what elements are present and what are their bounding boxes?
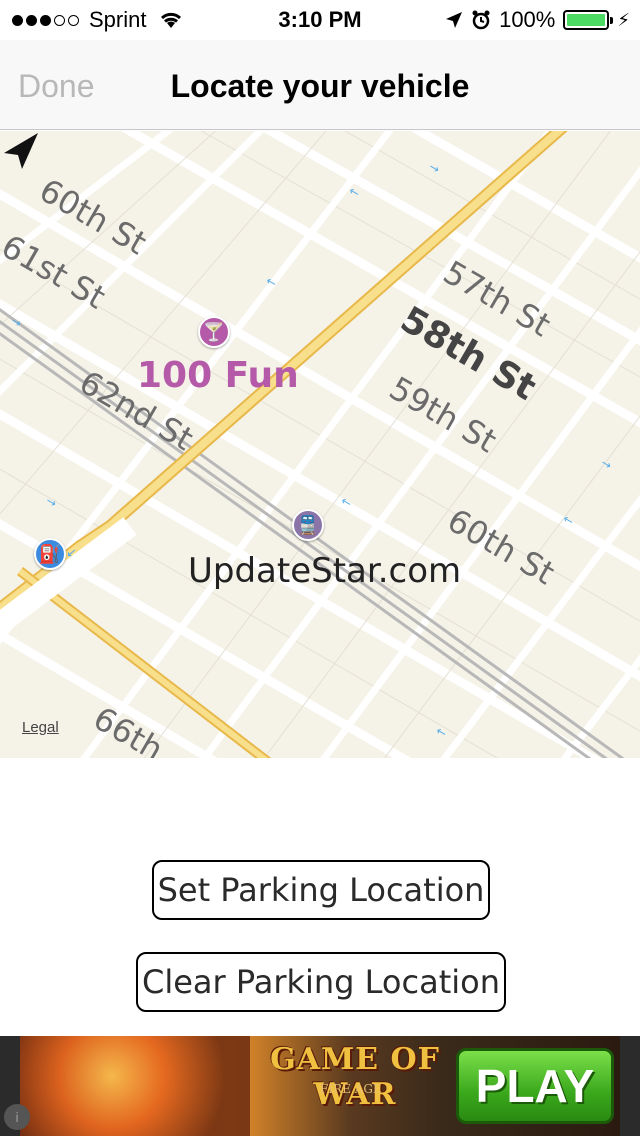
location-services-icon — [446, 12, 463, 28]
ad-play-button[interactable]: PLAY — [456, 1048, 614, 1124]
navigation-bar: Done Locate your vehicle — [0, 40, 640, 130]
svg-text:→: → — [427, 159, 443, 176]
poi-label-station[interactable]: UpdateStar.com — [188, 551, 461, 591]
poi-label-bar[interactable]: 100 Fun — [137, 355, 299, 396]
bar-pin-icon[interactable]: 🍸 — [198, 316, 230, 348]
gas-station-pin-icon[interactable]: ⛽ — [34, 538, 66, 570]
status-right: 100% ⚡ — [445, 7, 630, 33]
ad-banner[interactable]: GAME OF WAR FIRE AGE PLAY i — [0, 1036, 640, 1136]
page-title: Locate your vehicle — [170, 68, 470, 104]
map-view[interactable]: ← → ← → ← → ← → ← ← 60th St 61st St 62nd… — [0, 131, 640, 758]
ad-artwork[interactable]: GAME OF WAR FIRE AGE PLAY — [20, 1036, 620, 1136]
status-bar: Sprint 3:10 PM 100% ⚡ — [0, 0, 640, 40]
train-station-pin-icon[interactable]: 🚆 — [292, 509, 324, 541]
battery-fill — [567, 14, 606, 26]
charging-icon: ⚡ — [617, 9, 630, 30]
ad-fire-illustration — [20, 1036, 250, 1136]
set-parking-location-button[interactable]: Set Parking Location — [152, 860, 490, 920]
ad-info-icon[interactable]: i — [4, 1104, 30, 1130]
alarm-clock-icon — [472, 10, 490, 30]
battery-percent: 100% — [499, 7, 556, 32]
ad-game-subtitle: FIRE AGE — [320, 1082, 382, 1096]
battery-icon — [563, 10, 614, 30]
legal-link[interactable]: Legal — [22, 719, 59, 736]
current-location-arrow-icon — [4, 133, 38, 169]
ad-game-logo: GAME OF WAR — [270, 1042, 440, 1112]
svg-text:←: ← — [434, 723, 450, 740]
clear-parking-location-button[interactable]: Clear Parking Location — [136, 952, 506, 1012]
svg-text:→: → — [599, 455, 615, 472]
